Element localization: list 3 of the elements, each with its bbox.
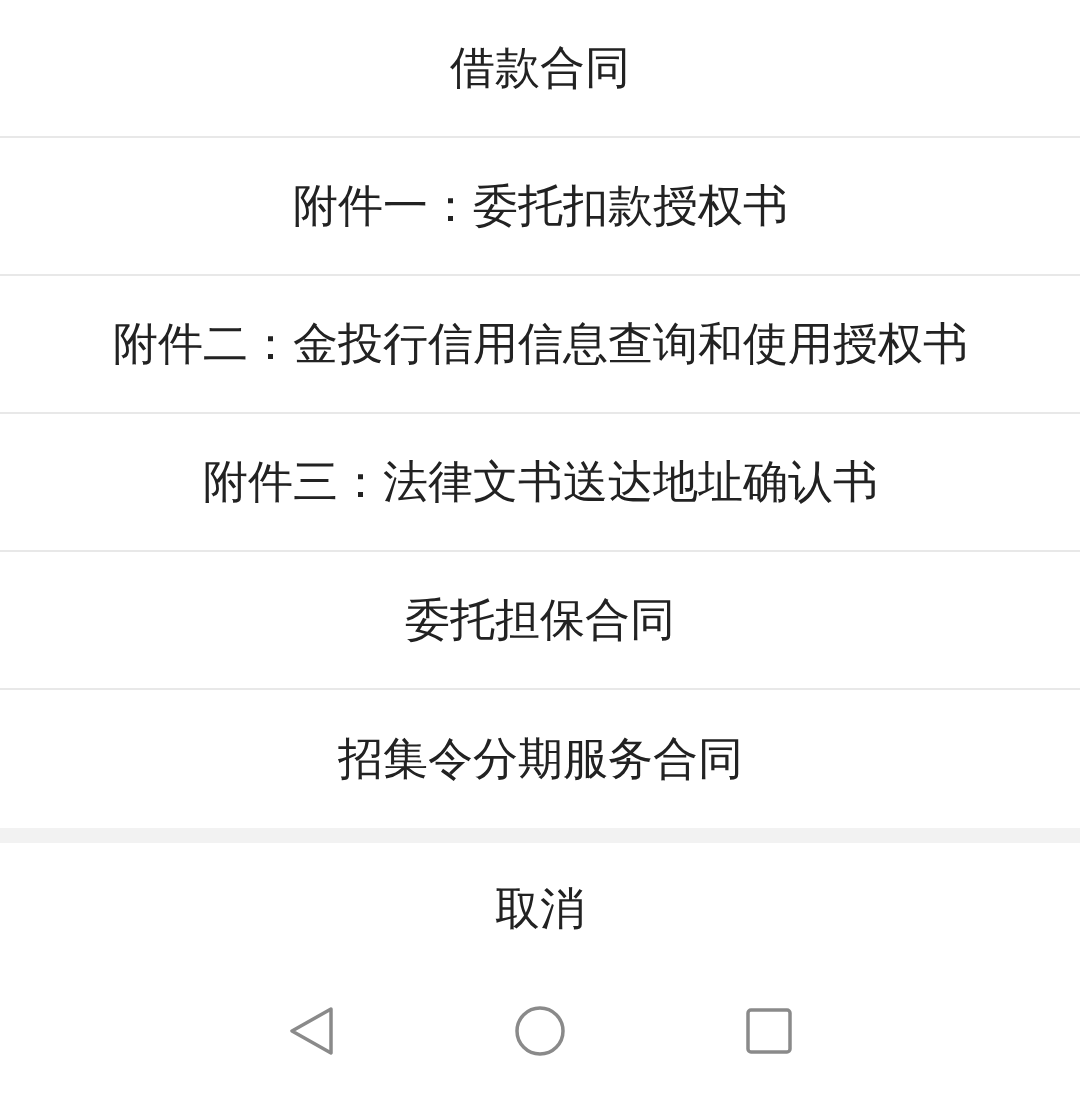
home-icon[interactable]: [514, 1005, 566, 1057]
back-icon[interactable]: [288, 1006, 334, 1056]
recents-icon[interactable]: [746, 1008, 792, 1054]
